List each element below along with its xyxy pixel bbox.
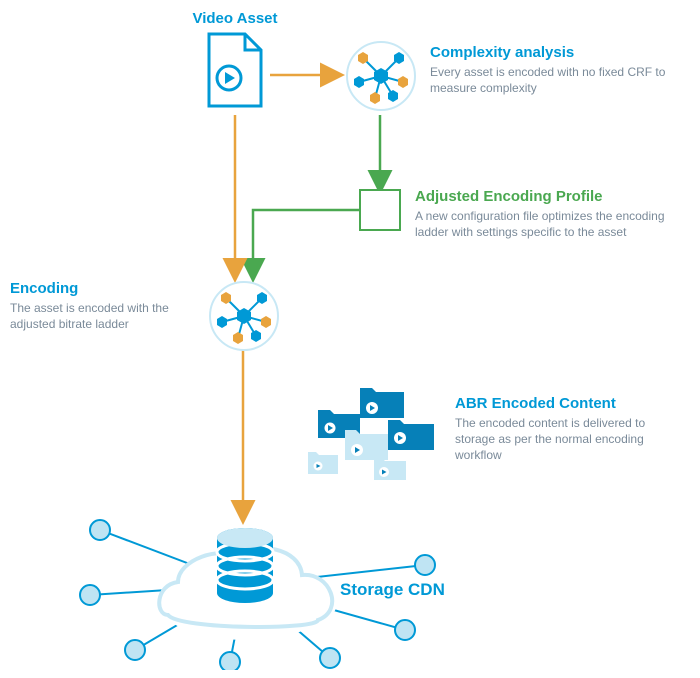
adjusted-profile-desc: A new configuration file optimizes the e…	[415, 208, 690, 240]
complexity-desc: Every asset is encoded with no fixed CRF…	[430, 64, 670, 96]
abr-folders-icon	[300, 380, 450, 490]
video-asset-title: Video Asset	[160, 10, 310, 28]
encoding-network-icon	[208, 280, 280, 352]
storage-title: Storage CDN	[340, 580, 445, 600]
complexity-network-icon	[345, 40, 417, 112]
storage-label: Storage CDN	[340, 580, 445, 600]
encoding-label: Encoding The asset is encoded with the a…	[10, 280, 195, 332]
video-asset-label: Video Asset	[160, 10, 310, 28]
encoding-desc: The asset is encoded with the adjusted b…	[10, 300, 195, 332]
adjusted-profile-title: Adjusted Encoding Profile	[415, 188, 690, 206]
complexity-label: Complexity analysis Every asset is encod…	[430, 44, 670, 96]
adjusted-profile-label: Adjusted Encoding Profile A new configur…	[415, 188, 690, 240]
arrow-profile-to-encoding	[253, 210, 360, 278]
adjusted-profile-box-icon	[360, 190, 400, 230]
abr-label: ABR Encoded Content The encoded content …	[455, 395, 685, 464]
encoding-title: Encoding	[10, 280, 195, 298]
abr-desc: The encoded content is delivered to stor…	[455, 415, 685, 464]
video-file-icon	[205, 32, 265, 110]
abr-title: ABR Encoded Content	[455, 395, 685, 413]
complexity-title: Complexity analysis	[430, 44, 670, 62]
